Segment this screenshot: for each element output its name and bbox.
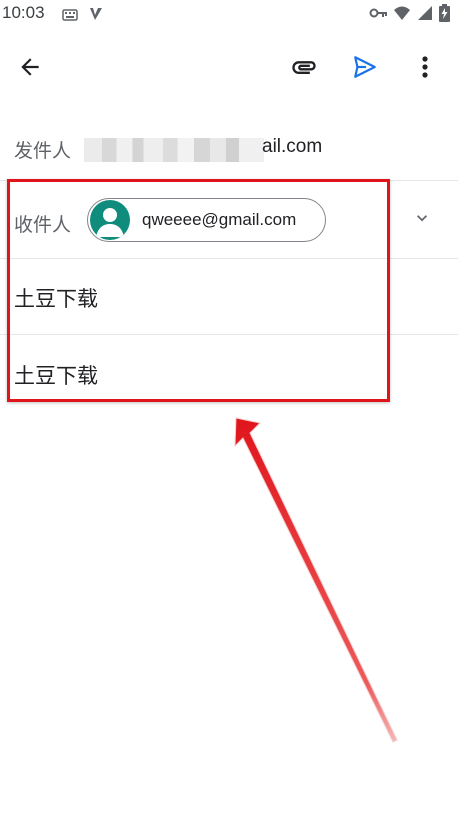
- send-icon: [352, 54, 378, 85]
- expand-recipients-button[interactable]: [402, 200, 442, 240]
- paperclip-icon: [290, 53, 318, 86]
- sender-email-suffix: ail.com: [262, 136, 323, 157]
- attach-button[interactable]: [282, 47, 326, 91]
- v-app-icon: [88, 6, 104, 27]
- status-left-icons: [62, 6, 104, 27]
- app-bar: [0, 40, 458, 98]
- annotation-highlight-box: [7, 179, 390, 402]
- more-vert-icon: [421, 55, 429, 84]
- wifi-icon: [393, 5, 411, 26]
- redacted-sender-email: [84, 138, 264, 162]
- more-options-button[interactable]: [403, 47, 447, 91]
- vpn-key-icon: [369, 6, 387, 25]
- keyboard-icon: [62, 8, 78, 26]
- back-button[interactable]: [8, 47, 52, 91]
- status-bar: 10:03: [0, 0, 458, 26]
- status-right-icons: [369, 4, 450, 27]
- chevron-down-icon: [412, 208, 432, 233]
- status-time: 10:03: [2, 3, 45, 22]
- battery-charging-icon: [439, 4, 450, 27]
- from-row[interactable]: 发件人 ail.com: [0, 118, 458, 181]
- signal-icon: [417, 5, 433, 26]
- from-label: 发件人: [14, 141, 72, 162]
- send-button[interactable]: [343, 47, 387, 91]
- arrow-left-icon: [17, 54, 43, 85]
- arrow-shape: [234, 417, 398, 743]
